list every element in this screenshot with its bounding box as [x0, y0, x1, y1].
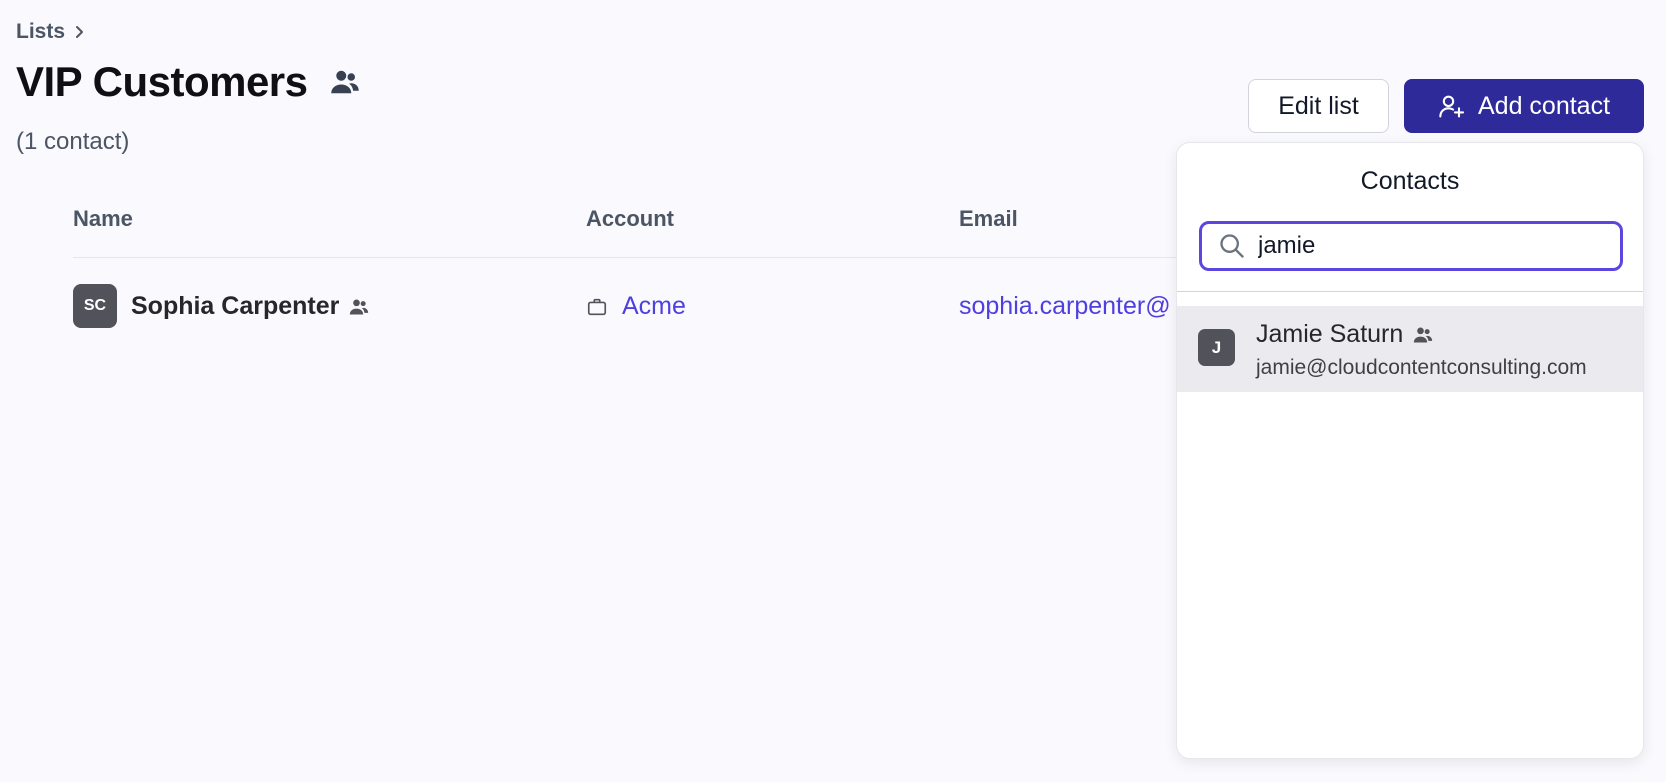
- result-name: Jamie Saturn: [1256, 320, 1433, 349]
- contact-name: Sophia Carpenter: [131, 292, 340, 320]
- users-icon: [350, 299, 369, 314]
- search-input[interactable]: [1258, 232, 1608, 260]
- search-icon: [1220, 234, 1244, 258]
- contact-name-link[interactable]: Sophia Carpenter: [131, 292, 369, 321]
- chevron-right-icon: [76, 26, 84, 38]
- table-header: Name Account Email: [73, 206, 1183, 258]
- account-name: Acme: [622, 292, 686, 320]
- popover-title: Contacts: [1360, 167, 1460, 195]
- contacts-popover: Contacts J Jamie Saturn jamie@cloudconte…: [1176, 142, 1644, 759]
- result-name-text: Jamie Saturn: [1256, 320, 1404, 348]
- result-email: jamie@cloudcontentconsulting.com: [1256, 356, 1587, 379]
- breadcrumb-lists-link[interactable]: Lists: [16, 20, 65, 44]
- users-icon: [330, 67, 360, 97]
- page-title: VIP Customers: [16, 58, 308, 105]
- email-link[interactable]: sophia.carpenter@: [959, 292, 1189, 321]
- title-row: VIP Customers: [16, 58, 360, 106]
- divider: [1177, 291, 1643, 292]
- table-row[interactable]: SC Sophia Carpenter Acme sophia.carpente…: [73, 284, 1183, 330]
- list-item[interactable]: J Jamie Saturn jamie@cloudcontentconsult…: [1177, 306, 1643, 392]
- search-box[interactable]: [1199, 221, 1623, 271]
- column-header-account[interactable]: Account: [586, 206, 674, 232]
- contact-count: (1 contact): [16, 128, 130, 155]
- edit-list-button[interactable]: Edit list: [1248, 79, 1389, 133]
- avatar: SC: [73, 284, 117, 328]
- users-icon: [1414, 327, 1433, 342]
- breadcrumb[interactable]: Lists: [16, 20, 87, 44]
- page: Lists VIP Customers (1 contact) Edit lis…: [0, 0, 1666, 782]
- avatar: J: [1198, 329, 1235, 366]
- column-header-email[interactable]: Email: [959, 206, 1018, 232]
- column-header-name[interactable]: Name: [73, 206, 133, 232]
- briefcase-icon: [587, 298, 607, 315]
- add-contact-button[interactable]: Add contact: [1404, 79, 1644, 133]
- add-contact-label: Add contact: [1477, 91, 1611, 120]
- user-plus-icon: [1439, 95, 1465, 118]
- account-link[interactable]: Acme: [586, 292, 686, 321]
